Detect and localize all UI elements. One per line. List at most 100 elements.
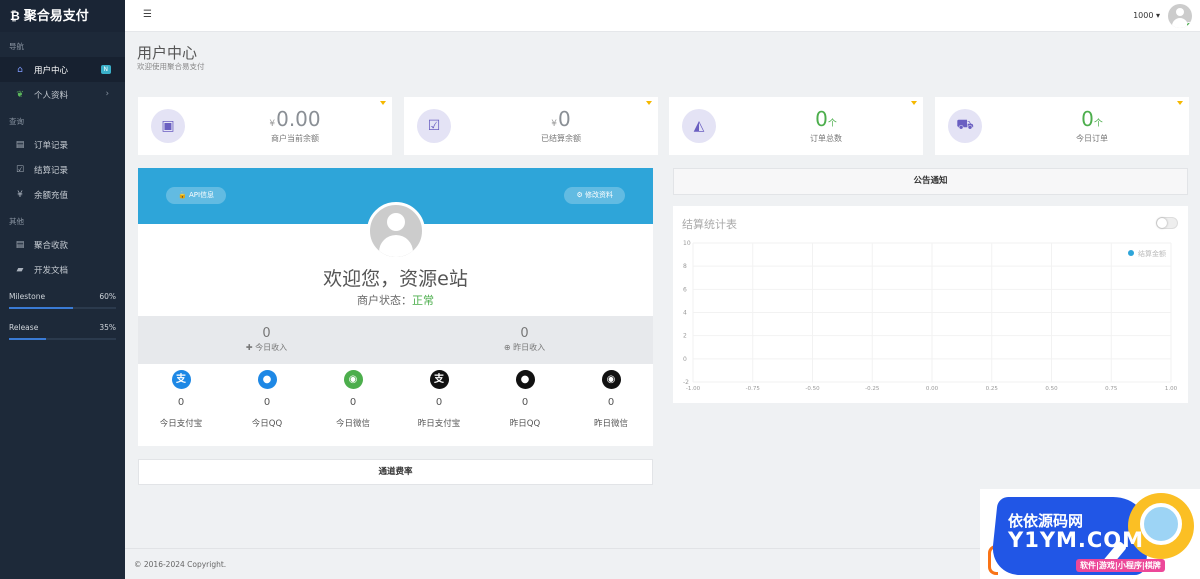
corner-marker bbox=[380, 101, 386, 105]
avatar[interactable] bbox=[1168, 4, 1192, 28]
book-icon: ▰ bbox=[16, 264, 24, 275]
qq-icon: ● bbox=[515, 370, 535, 389]
stat-value: 0个 bbox=[815, 107, 837, 131]
alipay-icon: 支 bbox=[429, 370, 449, 389]
corner-marker bbox=[911, 101, 917, 105]
y-tick-label: 10 bbox=[683, 240, 691, 247]
pay-item-today-wechat: ◉ 0 今日微信 bbox=[310, 370, 396, 429]
plus-circle-icon: ⊕ bbox=[503, 343, 511, 352]
x-tick-label: 1.00 bbox=[1165, 386, 1178, 392]
yen-icon: ¥ bbox=[17, 189, 23, 200]
x-tick-label: 0.75 bbox=[1105, 386, 1118, 392]
sidebar-item-label: 订单记录 bbox=[34, 140, 69, 151]
settlement-chart: 10 8 6 4 2 0 -2-1.00 -0.75 -0.50 -0.25 0.00 0.25 0.5… bbox=[683, 240, 1178, 392]
bitcoin-icon: ₿ bbox=[10, 9, 20, 23]
income-summary: 0 ✚ 今日收入 0 ⊕ 昨日收入 bbox=[138, 316, 653, 364]
stat-label: 今日订单 bbox=[1076, 134, 1108, 143]
api-info-button[interactable]: 🔒 API信息 bbox=[166, 187, 227, 204]
stat-value: ¥0.00 bbox=[269, 107, 321, 131]
sidebar-section-title: 其他 bbox=[9, 217, 24, 226]
sidebar-item-label: 开发文档 bbox=[34, 265, 69, 276]
rate-panel-header[interactable]: 通道费率 bbox=[138, 459, 653, 485]
check-square-icon: ☑ bbox=[15, 164, 25, 175]
notice-panel-header[interactable]: 公告通知 bbox=[673, 168, 1188, 195]
corner-marker bbox=[1177, 101, 1183, 105]
brand-name: 聚合易支付 bbox=[23, 9, 89, 24]
pay-item-yesterday-alipay: 支 0 昨日支付宝 bbox=[396, 370, 482, 429]
x-tick-label: 0.25 bbox=[986, 386, 999, 392]
cart-icon: ⛟ bbox=[948, 109, 982, 143]
y-tick-label: 4 bbox=[683, 310, 687, 317]
list-icon: ▤ bbox=[15, 239, 25, 250]
wechat-icon: ◉ bbox=[601, 370, 621, 389]
sidebar-item-label: 个人资料 bbox=[34, 90, 69, 101]
online-status-dot bbox=[1186, 22, 1192, 28]
settlement-chart-panel: 结算统计表 10 8 6 4 2 0 -2 -1.00 -0.75 -0.50 -0.25 0.00 0… bbox=[673, 206, 1188, 403]
user-dropdown[interactable]: 1000 ▾ bbox=[1133, 11, 1160, 20]
edit-profile-button[interactable]: ⚙ 修改资料 bbox=[564, 187, 625, 204]
list-icon: ▤ bbox=[15, 139, 25, 150]
pay-item-today-alipay: 支 0 今日支付宝 bbox=[138, 370, 224, 429]
sidebar-section-title: 查询 bbox=[9, 117, 24, 126]
progress-label: Milestone bbox=[9, 292, 46, 301]
corner-marker bbox=[646, 101, 652, 105]
chevron-right-icon: › bbox=[105, 89, 109, 99]
x-tick-label: -1.00 bbox=[686, 386, 701, 392]
progress-value: 35% bbox=[99, 323, 116, 332]
legend-label: 结算金额 bbox=[1138, 249, 1166, 258]
page-title: 用户中心 bbox=[137, 44, 198, 62]
merchant-status: 商户状态：正常 bbox=[357, 294, 434, 307]
new-badge: N bbox=[100, 65, 111, 74]
sidebar-item-recharge[interactable]: ¥ 余额充值 bbox=[0, 182, 125, 207]
stat-card-orders-today: ⛟ 0个 今日订单 bbox=[935, 97, 1189, 155]
sidebar-item-user-center[interactable]: ⌂ 用户中心 N bbox=[0, 57, 125, 82]
menu-toggle-icon[interactable]: ☰ bbox=[143, 9, 152, 20]
stat-label: 已结算余额 bbox=[541, 134, 581, 143]
money-icon: ▣ bbox=[151, 109, 185, 143]
qq-icon: ● bbox=[257, 370, 277, 389]
stat-card-balance: ▣ ¥0.00 商户当前余额 bbox=[138, 97, 392, 155]
y-tick-label: -2 bbox=[683, 379, 689, 386]
progress-milestone: Milestone 60% bbox=[0, 282, 125, 309]
sidebar-item-orders[interactable]: ▤ 订单记录 bbox=[0, 132, 125, 157]
legend-swatch bbox=[1128, 250, 1134, 256]
home-icon: ⌂ bbox=[17, 64, 23, 75]
sidebar-section-title: 导航 bbox=[9, 42, 24, 51]
yesterday-income: 0 ⊕ 昨日收入 bbox=[503, 326, 546, 352]
pay-item-today-qq: ● 0 今日QQ bbox=[224, 370, 310, 429]
leaf-icon: ❦ bbox=[16, 89, 24, 100]
profile-panel: 🔒 API信息 ⚙ 修改资料 欢迎您，资源e站 商户状态：正常 0 ✚ 今日收入… bbox=[138, 168, 653, 446]
x-tick-label: -0.25 bbox=[865, 386, 880, 392]
sidebar-item-label: 用户中心 bbox=[34, 65, 69, 76]
plus-icon: ✚ bbox=[245, 343, 253, 352]
stat-label: 订单总数 bbox=[810, 134, 842, 143]
stat-value: ¥0 bbox=[551, 107, 571, 131]
profile-avatar bbox=[367, 202, 425, 260]
sidebar-item-docs[interactable]: ▰ 开发文档 bbox=[0, 257, 125, 282]
progress-label: Release bbox=[9, 323, 39, 332]
alipay-icon: 支 bbox=[171, 370, 191, 389]
progress-fill bbox=[9, 338, 47, 340]
stat-card-orders-total: ◭ 0个 订单总数 bbox=[669, 97, 923, 155]
sidebar-item-aggregate-payment[interactable]: ▤ 聚合收款 bbox=[0, 232, 125, 257]
stat-label: 商户当前余额 bbox=[271, 134, 319, 143]
sidebar-item-label: 余额充值 bbox=[34, 190, 69, 201]
y-tick-label: 2 bbox=[683, 333, 687, 340]
check-icon: ☑ bbox=[417, 109, 451, 143]
today-income: 0 ✚ 今日收入 bbox=[245, 326, 288, 352]
progress-value: 60% bbox=[99, 292, 116, 301]
sidebar-item-settlements[interactable]: ☑ 结算记录 bbox=[0, 157, 125, 182]
sidebar-item-label: 结算记录 bbox=[34, 165, 69, 176]
watermark-logo: 依依源码网 Y1YM.COM 软件|游戏|小程序|棋牌 bbox=[980, 489, 1200, 579]
progress-release: Release 35% bbox=[0, 309, 125, 340]
x-tick-label: -0.75 bbox=[746, 386, 761, 392]
sidebar: ₿ 聚合易支付 导航 ⌂ 用户中心 N ❦ 个人资料 › 查询 ▤ 订单记录 ☑ … bbox=[0, 0, 125, 579]
watermark-domain: Y1YM.COM bbox=[1008, 528, 1145, 552]
sidebar-item-label: 聚合收款 bbox=[34, 240, 69, 251]
y-tick-label: 0 bbox=[683, 356, 687, 363]
watermark-tagline: 软件|游戏|小程序|棋牌 bbox=[1076, 559, 1165, 572]
y-tick-label: 8 bbox=[683, 263, 687, 270]
brand[interactable]: ₿ 聚合易支付 bbox=[0, 0, 125, 32]
sidebar-item-profile[interactable]: ❦ 个人资料 › bbox=[0, 82, 125, 107]
area-chart-icon: ◭ bbox=[682, 109, 716, 143]
